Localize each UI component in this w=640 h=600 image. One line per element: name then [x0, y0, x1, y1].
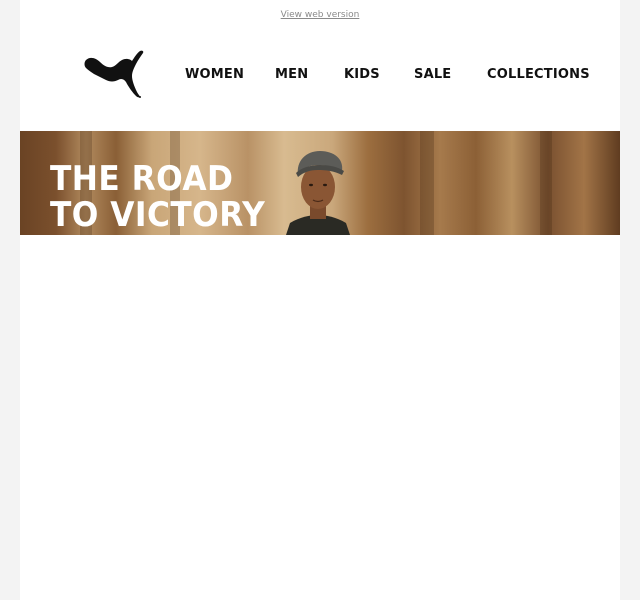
nav-item-collections[interactable]: COLLECTIONS [487, 67, 590, 82]
nav-item-women[interactable]: WOMEN [185, 67, 244, 82]
hero-title-line-1: THE ROAD [50, 159, 234, 199]
hero-title: THE ROAD TO VICTORY [50, 161, 265, 233]
email-container: View web version WOMEN MEN KIDS SALE COL… [20, 0, 620, 600]
curtain-fold [420, 131, 434, 235]
main-nav: WOMEN MEN KIDS SALE COLLECTIONS [20, 67, 620, 85]
curtain-fold [540, 131, 552, 235]
hero-title-line-2: TO VICTORY [50, 195, 266, 235]
model-image [286, 151, 350, 235]
hero-banner[interactable]: THE ROAD TO VICTORY [20, 131, 620, 235]
view-web-version-link[interactable]: View web version [20, 10, 620, 20]
nav-item-sale[interactable]: SALE [414, 67, 451, 82]
nav-item-men[interactable]: MEN [275, 67, 308, 82]
nav-item-kids[interactable]: KIDS [344, 67, 380, 82]
